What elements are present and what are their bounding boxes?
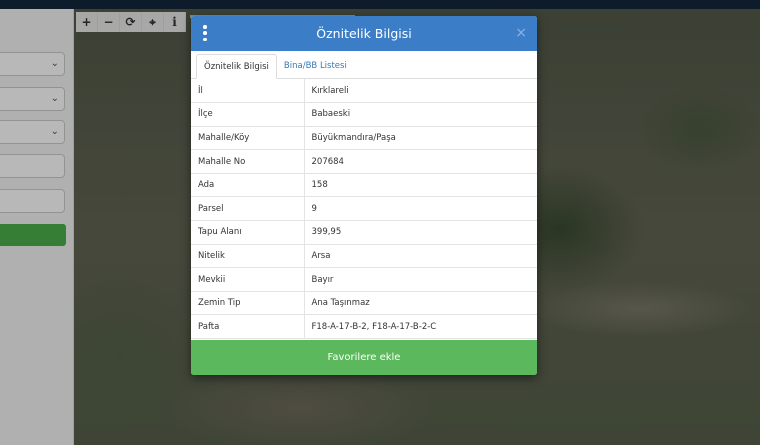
table-row: Mahalle/Köy Büyükmandıra/Paşa [191, 126, 537, 151]
attribute-value: Büyükmandıra/Paşa [304, 126, 537, 151]
attribute-value: 158 [304, 173, 537, 198]
attribute-value: F18-A-17-B-2, F18-A-17-B-2-C [304, 314, 537, 340]
attribute-value: Bayır [304, 267, 537, 292]
attribute-key: Mevkii [191, 267, 305, 292]
top-bar [0, 0, 760, 9]
table-row: Ada 158 [191, 173, 537, 198]
tab-building-list[interactable]: Bina/BB Listesi [277, 54, 354, 78]
tab-bar: Öznitelik Bilgisi Bina/BB Listesi [191, 51, 537, 79]
attribute-value: Ana Taşınmaz [304, 291, 537, 316]
table-row: Mevkii Bayır [191, 267, 537, 292]
attribute-key: Parsel [191, 196, 305, 222]
attribute-key: Tapu Alanı [191, 220, 305, 245]
add-to-favorites-button[interactable]: Favorilere ekle [191, 340, 537, 375]
menu-icon[interactable] [202, 25, 208, 41]
modal-title: Öznitelik Bilgisi [316, 26, 412, 41]
table-row: Mahalle No 207684 [191, 149, 537, 174]
table-row: Parsel 9 [191, 196, 537, 222]
modal-header: Öznitelik Bilgisi × [191, 16, 537, 51]
attribute-value: 399,95 [304, 220, 537, 245]
attribute-key: Nitelik [191, 244, 305, 269]
attribute-table: İl Kırklareli İlçe Babaeski Mahalle/Köy Büyük… [191, 79, 537, 340]
attribute-value: 207684 [304, 149, 537, 174]
close-icon[interactable]: × [515, 25, 527, 41]
attribute-key: Mahalle No [191, 149, 305, 174]
attribute-key: Zemin Tip [191, 291, 305, 316]
tab-attribute-info[interactable]: Öznitelik Bilgisi [196, 54, 277, 79]
attribute-key: İlçe [191, 102, 305, 127]
attribute-info-modal: Öznitelik Bilgisi × Öznitelik Bilgisi Bi… [191, 16, 537, 375]
attribute-value: Kırklareli [304, 79, 537, 104]
attribute-key: Mahalle/Köy [191, 126, 305, 151]
attribute-value: 9 [304, 196, 537, 222]
attribute-key: Ada [191, 173, 305, 198]
attribute-value: Babaeski [304, 102, 537, 127]
table-row: Zemin Tip Ana Taşınmaz [191, 291, 537, 316]
table-row: Pafta F18-A-17-B-2, F18-A-17-B-2-C [191, 314, 537, 340]
table-row: İl Kırklareli [191, 79, 537, 104]
attribute-key: Pafta [191, 314, 305, 340]
table-row: Tapu Alanı 399,95 [191, 220, 537, 245]
table-row: Nitelik Arsa [191, 244, 537, 269]
attribute-key: İl [191, 79, 305, 104]
table-row: İlçe Babaeski [191, 102, 537, 127]
attribute-value: Arsa [304, 244, 537, 269]
